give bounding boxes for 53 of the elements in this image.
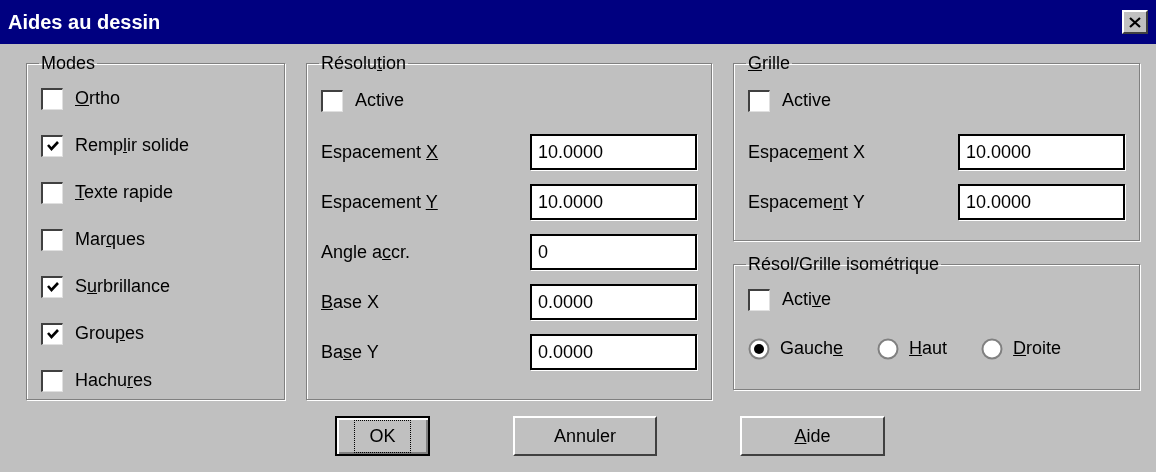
checkbox[interactable] bbox=[41, 369, 63, 392]
dialog-button[interactable]: Aide bbox=[740, 416, 885, 456]
group-title: Résolution bbox=[320, 52, 408, 75]
radio-button[interactable] bbox=[981, 337, 1004, 360]
checkbox-label[interactable]: Groupes bbox=[75, 320, 145, 347]
radio-label[interactable]: Droite bbox=[1013, 335, 1062, 362]
field-label: Angle accr. bbox=[321, 240, 411, 264]
field-label: Espacement Y bbox=[321, 190, 438, 214]
checkbox[interactable] bbox=[41, 228, 63, 251]
input-field[interactable]: 10.0000 bbox=[530, 134, 697, 170]
checkbox-label[interactable]: Hachures bbox=[75, 367, 153, 394]
radio-label[interactable]: Haut bbox=[909, 335, 948, 362]
input-field[interactable]: 10.0000 bbox=[958, 184, 1125, 220]
checkbox[interactable] bbox=[41, 181, 63, 204]
checkbox[interactable] bbox=[41, 322, 63, 345]
check-icon bbox=[45, 328, 60, 340]
dialog-button[interactable]: OK bbox=[335, 416, 430, 456]
radio-button[interactable] bbox=[748, 337, 770, 360]
group-title: Résol/Grille isométrique bbox=[747, 253, 941, 276]
checkbox-label[interactable]: Active bbox=[782, 286, 832, 313]
checkbox-label[interactable]: Ortho bbox=[75, 85, 121, 112]
field-label: Espacement X bbox=[321, 140, 439, 164]
checkbox[interactable] bbox=[41, 134, 63, 157]
close-icon bbox=[1129, 16, 1141, 28]
group-title: Grille bbox=[747, 52, 792, 75]
field-label: Base Y bbox=[321, 340, 379, 364]
group-title: Modes bbox=[40, 52, 97, 75]
check-icon bbox=[45, 140, 60, 152]
checkbox-label[interactable]: Texte rapide bbox=[75, 179, 174, 206]
checkbox[interactable] bbox=[748, 288, 770, 311]
radio-label[interactable]: Gauche bbox=[780, 335, 844, 362]
radio-button[interactable] bbox=[877, 337, 900, 360]
input-field[interactable]: 10.0000 bbox=[530, 184, 697, 220]
checkbox[interactable] bbox=[41, 275, 63, 298]
checkbox[interactable] bbox=[748, 89, 770, 112]
input-field[interactable]: 0 bbox=[530, 234, 697, 270]
checkbox[interactable] bbox=[321, 89, 343, 112]
field-label: Espacement X bbox=[748, 140, 866, 164]
checkbox-label[interactable]: Active bbox=[355, 87, 405, 114]
check-icon bbox=[45, 281, 60, 293]
field-label: Espacement Y bbox=[748, 190, 865, 214]
input-field[interactable]: 10.0000 bbox=[958, 134, 1125, 170]
input-field[interactable]: 0.0000 bbox=[530, 334, 697, 370]
field-label: Base X bbox=[321, 290, 380, 314]
close-button[interactable] bbox=[1122, 10, 1148, 34]
input-field[interactable]: 0.0000 bbox=[530, 284, 697, 320]
window-title: Aides au dessin bbox=[8, 10, 161, 35]
checkbox-label[interactable]: Active bbox=[782, 87, 832, 114]
dialog-button[interactable]: Annuler bbox=[513, 416, 657, 456]
checkbox-label[interactable]: Remplir solide bbox=[75, 132, 190, 159]
checkbox-label[interactable]: Surbrillance bbox=[75, 273, 171, 300]
checkbox[interactable] bbox=[41, 87, 63, 110]
checkbox-label[interactable]: Marques bbox=[75, 226, 146, 253]
